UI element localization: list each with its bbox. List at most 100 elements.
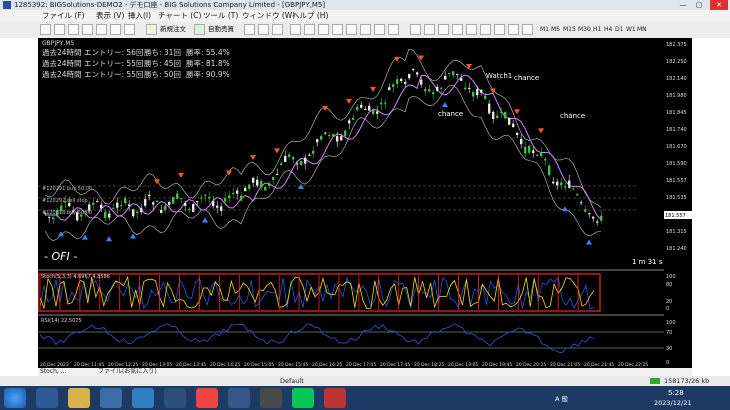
tf-m5[interactable]: M5: [551, 25, 560, 34]
candle-body: [384, 102, 387, 104]
app-icon-10[interactable]: [324, 388, 346, 408]
line-chart-icon[interactable]: [272, 24, 283, 35]
templates-icon[interactable]: [388, 24, 399, 35]
start-button[interactable]: [4, 388, 26, 408]
app-icon-7[interactable]: [228, 388, 250, 408]
candle-body: [116, 202, 119, 208]
candle-chart-icon[interactable]: [258, 24, 269, 35]
connection-icon: [650, 378, 660, 384]
explorer-icon[interactable]: [68, 388, 90, 408]
menu-window[interactable]: ウィンドウ (W): [242, 10, 295, 22]
indicators-icon[interactable]: [360, 24, 371, 35]
channel-icon[interactable]: [480, 24, 491, 35]
candle-body: [416, 72, 419, 75]
stat-period-2: 過去24時間: [42, 58, 82, 68]
shift-icon[interactable]: [346, 24, 357, 35]
clock-time[interactable]: 5:28: [668, 389, 684, 397]
trendline-icon[interactable]: [466, 24, 477, 35]
clock-date[interactable]: 2023/12/21: [654, 399, 691, 407]
line-icon[interactable]: [292, 388, 314, 408]
chart-window[interactable]: #120291 buy 50.00 #120292 sell stop #120…: [37, 38, 664, 368]
tf-d1[interactable]: D1: [615, 25, 623, 34]
menu-file[interactable]: ファイル (F): [42, 10, 85, 22]
tab-stoch[interactable]: Stoch, ...: [40, 368, 66, 376]
chance-label-1: chance: [438, 110, 463, 118]
candle-body: [484, 95, 487, 99]
candle-body: [592, 216, 595, 219]
title-bar: 1285392: BIGSolutions-DEMO2 - デモ口座 - BIG…: [0, 0, 730, 10]
new-order-icon[interactable]: [146, 24, 157, 35]
zoom-in-icon[interactable]: [290, 24, 301, 35]
candle-body: [316, 139, 319, 143]
edge-icon[interactable]: [132, 388, 154, 408]
crosshair-icon[interactable]: [424, 24, 435, 35]
horizontal-line-icon[interactable]: [452, 24, 463, 35]
label-tool-icon[interactable]: [522, 24, 533, 35]
app-icon-5[interactable]: [164, 388, 186, 408]
rsi-level: 30: [666, 346, 672, 352]
candle-body: [512, 123, 515, 128]
candle-body: [264, 187, 267, 191]
candle-body: [212, 201, 215, 207]
auto-trade-button[interactable]: 自動売買: [208, 24, 234, 35]
candle-body: [380, 102, 383, 105]
menu-insert[interactable]: 挿入(I): [128, 10, 151, 22]
sell-arrow: [250, 155, 256, 161]
tab-favorites[interactable]: ファイル(お気に入り): [98, 368, 157, 376]
zoom-out-icon[interactable]: [304, 24, 315, 35]
price-axis[interactable]: 182.375 182.250 182.140 181.980 181.845 181.7…: [664, 38, 692, 368]
candle-body: [560, 182, 563, 186]
new-chart-icon[interactable]: [40, 24, 51, 35]
candle-body: [412, 69, 415, 71]
candle-body: [312, 150, 315, 154]
close-button[interactable]: ✕: [710, 0, 728, 10]
price-tick: 181.740: [666, 127, 687, 133]
cursor-icon[interactable]: [410, 24, 421, 35]
profiles-icon[interactable]: [54, 24, 65, 35]
candle-body: [308, 154, 311, 156]
autotrade-icon[interactable]: [194, 24, 205, 35]
candle-body: [564, 186, 567, 188]
tester-icon[interactable]: [124, 24, 135, 35]
periods-icon[interactable]: [374, 24, 385, 35]
new-order-button[interactable]: 新規注文: [160, 24, 186, 35]
fibonacci-icon[interactable]: [494, 24, 505, 35]
tf-h1[interactable]: H1: [593, 25, 601, 34]
menu-help[interactable]: ヘルプ (H): [292, 10, 328, 22]
chrome-icon[interactable]: [196, 388, 218, 408]
tf-mn[interactable]: MN: [637, 25, 647, 34]
status-bar: Default 158173/26 kb: [0, 376, 730, 386]
market-watch-icon[interactable]: [68, 24, 79, 35]
tf-m1[interactable]: M1: [540, 25, 549, 34]
data-window-icon[interactable]: [82, 24, 93, 35]
candle-body: [280, 163, 283, 166]
candle-body: [500, 111, 503, 113]
chart-canvas[interactable]: #120291 buy 50.00 #120292 sell stop #120…: [37, 38, 664, 368]
candle-body: [284, 155, 287, 162]
vertical-line-icon[interactable]: [438, 24, 449, 35]
autoscroll-icon[interactable]: [332, 24, 343, 35]
maximize-button[interactable]: ▢: [692, 0, 706, 10]
brand-watermark: - OFI -: [44, 250, 77, 263]
tf-h4[interactable]: H4: [604, 25, 612, 34]
candle-body: [452, 71, 455, 76]
media-icon[interactable]: [100, 388, 122, 408]
ie-icon[interactable]: [36, 388, 58, 408]
menu-view[interactable]: 表示 (V): [96, 10, 124, 22]
text-tool-icon[interactable]: [508, 24, 519, 35]
tile-icon[interactable]: [318, 24, 329, 35]
mt4-icon[interactable]: [260, 388, 282, 408]
minimize-button[interactable]: —: [676, 0, 690, 10]
ime-indicator[interactable]: A 般: [555, 393, 568, 403]
bar-chart-icon[interactable]: [244, 24, 255, 35]
menu-chart[interactable]: チャート (C): [158, 10, 201, 22]
menu-tools[interactable]: ツール (T): [203, 10, 238, 22]
tf-m30[interactable]: M30: [578, 25, 591, 34]
navigator-icon[interactable]: [96, 24, 107, 35]
candle-body: [48, 216, 51, 218]
tf-w1[interactable]: W1: [626, 25, 636, 34]
tf-m15[interactable]: M15: [563, 25, 576, 34]
terminal-icon[interactable]: [110, 24, 121, 35]
candle-body: [364, 108, 367, 110]
price-tick: 181.557: [666, 178, 687, 184]
